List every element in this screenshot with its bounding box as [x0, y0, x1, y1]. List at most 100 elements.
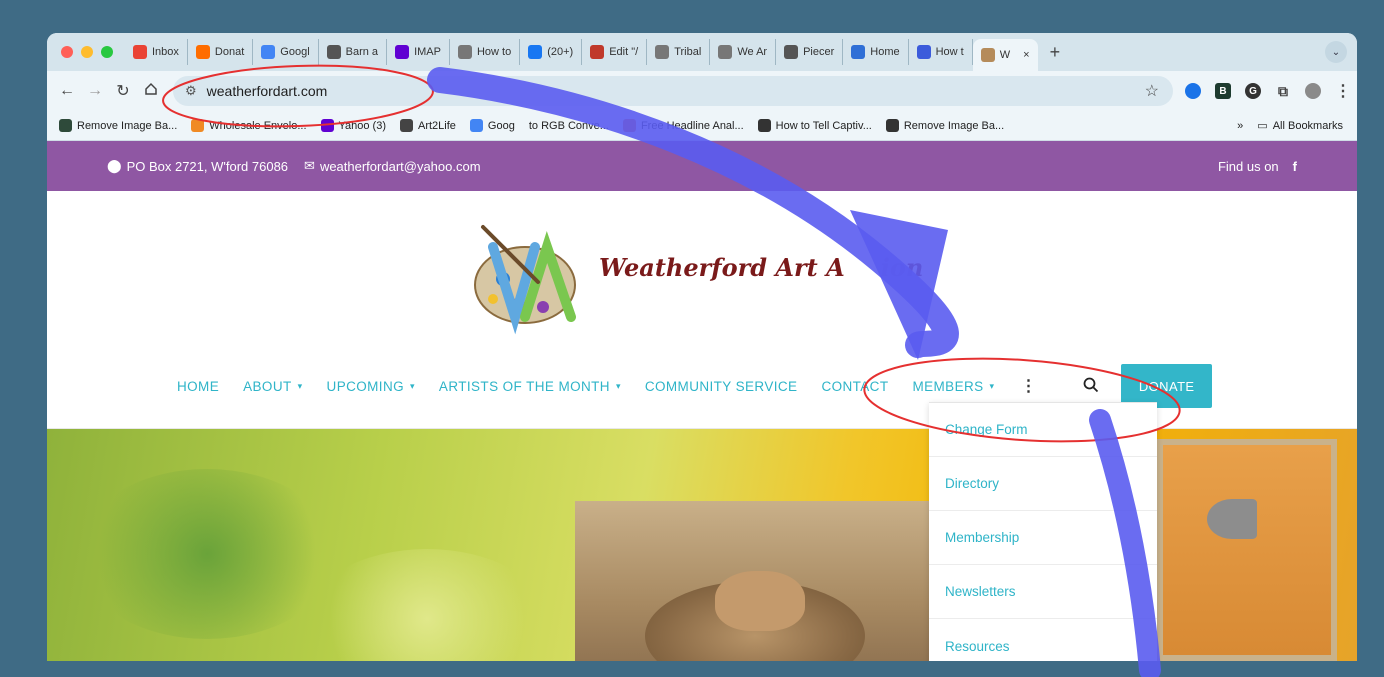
extensions: B G ⧉ ⋮	[1185, 83, 1351, 100]
nav-item-community-service[interactable]: COMMUNITY SERVICE	[633, 379, 810, 394]
bookmark-item[interactable]: Goog	[469, 119, 515, 132]
nav-item-home[interactable]: HOME	[165, 379, 231, 394]
browser-window: Inbox Donat Googl Barn a IMAP How to (20+) Edit…	[47, 33, 1357, 661]
new-tab-button[interactable]: +	[1038, 42, 1073, 63]
nav-item-contact[interactable]: CONTACT	[809, 379, 900, 394]
all-bookmarks-button[interactable]: ▭ All Bookmarks	[1257, 119, 1343, 133]
tab-label: W	[999, 49, 1011, 61]
browser-menu-icon[interactable]: ⋮	[1335, 83, 1351, 100]
globe-icon	[718, 45, 733, 59]
address-bar[interactable]: ⚙ weatherfordart.com ☆	[173, 76, 1173, 106]
browser-tab[interactable]: Piecer	[776, 39, 844, 65]
maximize-window-button[interactable]	[101, 46, 113, 58]
nav-item-about[interactable]: ABOUT ▾	[231, 379, 314, 394]
bookmark-label: Remove Image Ba...	[903, 119, 1005, 132]
b-extension-icon[interactable]: B	[1215, 83, 1231, 99]
bookmark-item[interactable]: Yahoo (3)	[320, 119, 386, 132]
browser-tab[interactable]: How to	[450, 39, 521, 65]
browser-tab[interactable]: Barn a	[319, 39, 388, 65]
members-menu-item[interactable]: Newsletters	[929, 565, 1157, 619]
email-text: weatherfordart@yahoo.com	[319, 158, 481, 174]
members-menu-item[interactable]: Directory	[929, 457, 1157, 511]
browser-tab[interactable]: How t	[909, 39, 973, 65]
bookmark-item[interactable]: Art2Life	[400, 119, 456, 132]
tab-label: We Ar	[737, 46, 768, 58]
g-extension-icon[interactable]: G	[1245, 83, 1261, 99]
browser-tab[interactable]: Googl	[253, 39, 319, 65]
browser-tab[interactable]: Donat	[188, 39, 254, 65]
members-menu-item[interactable]: Membership	[929, 511, 1157, 565]
members-dropdown: Change Form Directory Membership Newsletter…	[929, 402, 1157, 661]
tab-search-button[interactable]: ⌄	[1325, 41, 1347, 63]
browser-tab[interactable]: Inbox	[125, 39, 188, 65]
globe-icon	[757, 119, 771, 132]
browser-tab[interactable]: W ×	[972, 39, 1038, 71]
browser-tab[interactable]: Edit "/	[582, 39, 648, 65]
search-icon[interactable]	[1061, 377, 1121, 396]
globe-icon	[885, 119, 899, 132]
cloud-extension-icon[interactable]	[1185, 83, 1201, 99]
reload-button[interactable]: ↻	[109, 81, 137, 101]
chevron-down-icon: ▾	[989, 380, 995, 391]
browser-tab[interactable]: Tribal	[647, 39, 711, 65]
nav-item-upcoming[interactable]: UPCOMING ▾	[315, 379, 427, 394]
nav-label: UPCOMING	[326, 378, 404, 394]
edit-icon	[590, 45, 605, 59]
studio-lamp	[1207, 499, 1257, 539]
site-title-part2: ion	[880, 253, 924, 282]
browser-tab[interactable]: IMAP	[387, 39, 450, 65]
find-us-label: Find us on	[1217, 158, 1279, 174]
site-logo[interactable]	[463, 207, 603, 337]
nav-label: HOME	[177, 378, 220, 394]
bookmark-item[interactable]: to RGB Conve...	[529, 120, 609, 132]
more-menu-icon[interactable]: ⋮	[1006, 376, 1060, 396]
site-header: Weatherford Art A ion	[47, 191, 1357, 351]
studio-photo	[1157, 439, 1337, 661]
tab-label: Piecer	[803, 46, 835, 58]
site-settings-icon[interactable]: ⚙	[185, 83, 197, 99]
site-title[interactable]: Weatherford Art A ion	[599, 253, 923, 282]
bookmark-label: Goog	[487, 119, 515, 132]
globe-icon	[655, 45, 670, 59]
butterfly-icon	[980, 48, 995, 62]
bookmark-item[interactable]: Free Headline Anal...	[622, 119, 744, 132]
pottery-photo	[575, 501, 935, 661]
browser-tab[interactable]: We Ar	[710, 39, 777, 65]
close-tab-icon[interactable]: ×	[1023, 49, 1029, 61]
home-icon	[145, 82, 157, 95]
tab-label: Donat	[214, 46, 245, 58]
bookmark-star-icon[interactable]: ☆	[1145, 81, 1159, 101]
tab-label: Edit "/	[609, 46, 639, 58]
a2l-icon	[400, 119, 413, 132]
bookmark-item[interactable]: Remove Image Ba...	[59, 119, 177, 132]
puzzle-icon[interactable]: ⧉	[1275, 83, 1291, 99]
hero-banner	[47, 429, 1357, 661]
members-menu-item[interactable]: Resources	[929, 619, 1157, 661]
print-icon	[916, 45, 931, 59]
back-button[interactable]: ←	[53, 82, 81, 100]
more-bookmarks-button[interactable]: »	[1237, 120, 1243, 132]
minimize-window-button[interactable]	[81, 46, 93, 58]
check-icon	[622, 119, 636, 132]
forward-button[interactable]: →	[81, 82, 109, 100]
email-link[interactable]: ✉ weatherfordart@yahoo.com	[304, 158, 481, 174]
url-text: weatherfordart.com	[206, 83, 328, 99]
bookmark-item[interactable]: Wholesale Envelo...	[191, 119, 307, 132]
members-menu-item[interactable]: Change Form	[929, 403, 1157, 457]
facebook-icon[interactable]: f	[1293, 159, 1297, 174]
bookmark-item[interactable]: How to Tell Captiv...	[757, 119, 872, 132]
bookmark-item[interactable]: Remove Image Ba...	[885, 119, 1005, 132]
browser-tab[interactable]: (20+)	[520, 39, 583, 65]
b-icon	[59, 119, 72, 132]
nav-label: ABOUT	[243, 378, 292, 394]
nav-label: COMMUNITY SERVICE	[644, 378, 798, 394]
profile-avatar[interactable]	[1305, 83, 1321, 99]
nav-label: ARTISTS OF THE MONTH	[438, 378, 610, 394]
address-info: ⬤ PO Box 2721, W'ford 76086	[107, 158, 288, 174]
browser-tab[interactable]: Home	[843, 39, 909, 65]
tab-label: How t	[935, 46, 964, 58]
nav-item-members[interactable]: MEMBERS ▾	[900, 379, 1006, 394]
home-button[interactable]	[137, 82, 165, 101]
nav-item-artists-of-the-month[interactable]: ARTISTS OF THE MONTH ▾	[427, 379, 633, 394]
close-window-button[interactable]	[61, 46, 73, 58]
